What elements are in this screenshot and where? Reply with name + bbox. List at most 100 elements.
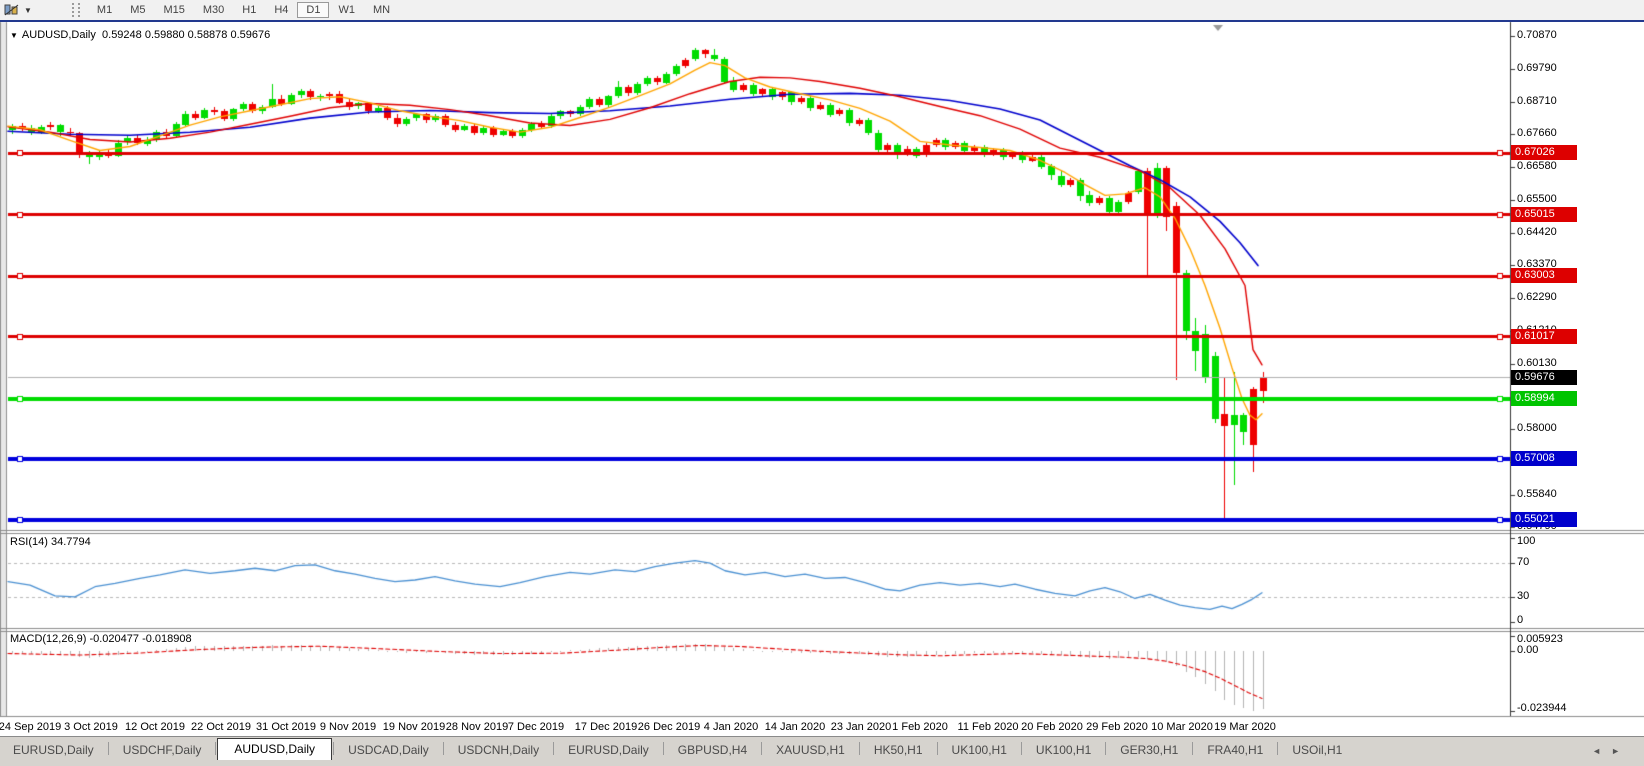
macd-axis-label: 0.00 xyxy=(1517,644,1538,656)
chart-style-icon[interactable] xyxy=(4,3,22,17)
chart-symbol-period: AUDUSD,Daily xyxy=(22,29,96,41)
price-line-tag: 0.58994 xyxy=(1511,391,1577,406)
tab-separator xyxy=(1277,742,1278,755)
tab-separator xyxy=(1192,742,1193,755)
timeframe-button-m1[interactable]: M1 xyxy=(88,2,121,18)
price-axis-label: 0.69790 xyxy=(1517,62,1557,74)
price-axis-label: 0.70870 xyxy=(1517,29,1557,41)
price-axis-label: 0.66580 xyxy=(1517,160,1557,172)
chart-tab-uk100-h1[interactable]: UK100,H1 xyxy=(1023,740,1104,761)
price-axis-label: 0.64420 xyxy=(1517,226,1557,238)
tab-scroll-right-icon[interactable]: ► xyxy=(1611,746,1630,756)
timeframe-button-w1[interactable]: W1 xyxy=(329,2,364,18)
date-axis-label: 26 Dec 2019 xyxy=(638,721,700,733)
date-axis-label: 19 Mar 2020 xyxy=(1214,721,1276,733)
date-axis-label: 12 Oct 2019 xyxy=(125,721,185,733)
date-axis-label: 1 Feb 2020 xyxy=(892,721,948,733)
current-price-tag: 0.59676 xyxy=(1511,370,1577,385)
tab-separator xyxy=(443,742,444,755)
rsi-axis-label: 0 xyxy=(1517,614,1523,626)
tab-separator xyxy=(859,742,860,755)
chart-tab-usdcad-daily[interactable]: USDCAD,Daily xyxy=(335,740,442,761)
chart-tab-bar: EURUSD,DailyUSDCHF,DailyAUDUSD,DailyUSDC… xyxy=(0,736,1644,761)
price-axis-label: 0.65500 xyxy=(1517,193,1557,205)
timeframe-button-h4[interactable]: H4 xyxy=(265,2,297,18)
chart-tab-ger30-h1[interactable]: GER30,H1 xyxy=(1107,740,1191,761)
date-axis-label: 29 Feb 2020 xyxy=(1086,721,1148,733)
chart-ohlc-values: 0.59248 0.59880 0.58878 0.59676 xyxy=(102,29,270,41)
date-axis-label: 28 Nov 2019 xyxy=(446,721,508,733)
macd-axis-label: -0.023944 xyxy=(1517,702,1567,714)
date-axis-label: 7 Dec 2019 xyxy=(508,721,564,733)
tab-separator xyxy=(553,742,554,755)
price-axis-label: 0.58000 xyxy=(1517,422,1557,434)
price-axis-label: 0.68710 xyxy=(1517,95,1557,107)
chart-tab-fra40-h1[interactable]: FRA40,H1 xyxy=(1194,740,1276,761)
date-axis-label: 4 Jan 2020 xyxy=(704,721,758,733)
date-axis-label: 24 Sep 2019 xyxy=(0,721,61,733)
tab-scroll-left-icon[interactable]: ◄ xyxy=(1592,746,1611,756)
price-axis-label: 0.60130 xyxy=(1517,357,1557,369)
date-axis-label: 20 Feb 2020 xyxy=(1021,721,1083,733)
rsi-axis-label: 30 xyxy=(1517,590,1529,602)
chart-tab-audusd-daily[interactable]: AUDUSD,Daily xyxy=(217,738,332,761)
timeframe-button-mn[interactable]: MN xyxy=(364,2,399,18)
tab-separator xyxy=(1021,742,1022,755)
chart-tab-usdcnh-daily[interactable]: USDCNH,Daily xyxy=(445,740,552,761)
price-axis-label: 0.62290 xyxy=(1517,291,1557,303)
rsi-indicator-label: RSI(14) 34.7794 xyxy=(10,536,91,548)
terminal-window: ▼ M1M5M15M30H1H4D1W1MN ▼ AUDUSD,Daily 0.5… xyxy=(0,0,1644,766)
tab-separator xyxy=(761,742,762,755)
timeframe-button-h1[interactable]: H1 xyxy=(233,2,265,18)
rsi-axis-label: 70 xyxy=(1517,556,1529,568)
chart-tab-eurusd-daily[interactable]: EURUSD,Daily xyxy=(0,740,107,761)
chart-tab-usoil-h1[interactable]: USOil,H1 xyxy=(1279,740,1355,761)
price-axis-label: 0.55840 xyxy=(1517,488,1557,500)
date-axis-label: 11 Feb 2020 xyxy=(958,721,1019,733)
toolbar: ▼ M1M5M15M30H1H4D1W1MN xyxy=(0,0,1644,22)
date-axis-label: 9 Nov 2019 xyxy=(320,721,376,733)
rsi-axis-label: 100 xyxy=(1517,535,1535,547)
tab-separator xyxy=(663,742,664,755)
chart-canvas[interactable] xyxy=(0,0,1644,766)
timeframe-button-m30[interactable]: M30 xyxy=(194,2,233,18)
chart-tab-usdchf-daily[interactable]: USDCHF,Daily xyxy=(110,740,215,761)
date-axis-label: 17 Dec 2019 xyxy=(575,721,637,733)
toolbar-grip-handle[interactable] xyxy=(72,3,80,17)
timeframe-button-m5[interactable]: M5 xyxy=(121,2,154,18)
tab-separator xyxy=(1105,742,1106,755)
timeframe-button-group: M1M5M15M30H1H4D1W1MN xyxy=(88,2,399,18)
date-axis-label: 10 Mar 2020 xyxy=(1151,721,1213,733)
price-line-tag: 0.65015 xyxy=(1511,207,1577,222)
chevron-down-icon[interactable]: ▼ xyxy=(10,31,18,40)
date-axis-label: 14 Jan 2020 xyxy=(765,721,826,733)
chart-tab-gbpusd-h4[interactable]: GBPUSD,H4 xyxy=(665,740,760,761)
tab-separator xyxy=(333,742,334,755)
chart-title: ▼ AUDUSD,Daily 0.59248 0.59880 0.58878 0.… xyxy=(10,29,270,41)
date-axis-label: 23 Jan 2020 xyxy=(831,721,892,733)
tab-scroll-arrows: ◄► xyxy=(1592,746,1630,756)
chart-tab-hk50-h1[interactable]: HK50,H1 xyxy=(861,740,936,761)
tab-list: EURUSD,DailyUSDCHF,DailyAUDUSD,DailyUSDC… xyxy=(0,738,1355,761)
tab-separator xyxy=(937,742,938,755)
status-strip xyxy=(0,760,1644,766)
price-line-tag: 0.61017 xyxy=(1511,329,1577,344)
chart-tab-eurusd-daily[interactable]: EURUSD,Daily xyxy=(555,740,662,761)
price-line-tag: 0.67026 xyxy=(1511,145,1577,160)
tab-separator xyxy=(108,742,109,755)
date-axis-label: 31 Oct 2019 xyxy=(256,721,316,733)
timeframe-button-d1[interactable]: D1 xyxy=(297,2,329,18)
chart-tab-xauusd-h1[interactable]: XAUUSD,H1 xyxy=(763,740,858,761)
price-axis-label: 0.67660 xyxy=(1517,127,1557,139)
price-line-tag: 0.55021 xyxy=(1511,512,1577,527)
price-line-tag: 0.63003 xyxy=(1511,268,1577,283)
date-axis-label: 3 Oct 2019 xyxy=(64,721,118,733)
date-axis-label: 19 Nov 2019 xyxy=(383,721,445,733)
timeframe-button-m15[interactable]: M15 xyxy=(154,2,193,18)
chart-tab-uk100-h1[interactable]: UK100,H1 xyxy=(939,740,1020,761)
chevron-down-icon[interactable]: ▼ xyxy=(24,6,32,15)
tab-separator xyxy=(215,742,216,755)
price-line-tag: 0.57008 xyxy=(1511,451,1577,466)
macd-indicator-label: MACD(12,26,9) -0.020477 -0.018908 xyxy=(10,633,192,645)
date-axis-label: 22 Oct 2019 xyxy=(191,721,251,733)
